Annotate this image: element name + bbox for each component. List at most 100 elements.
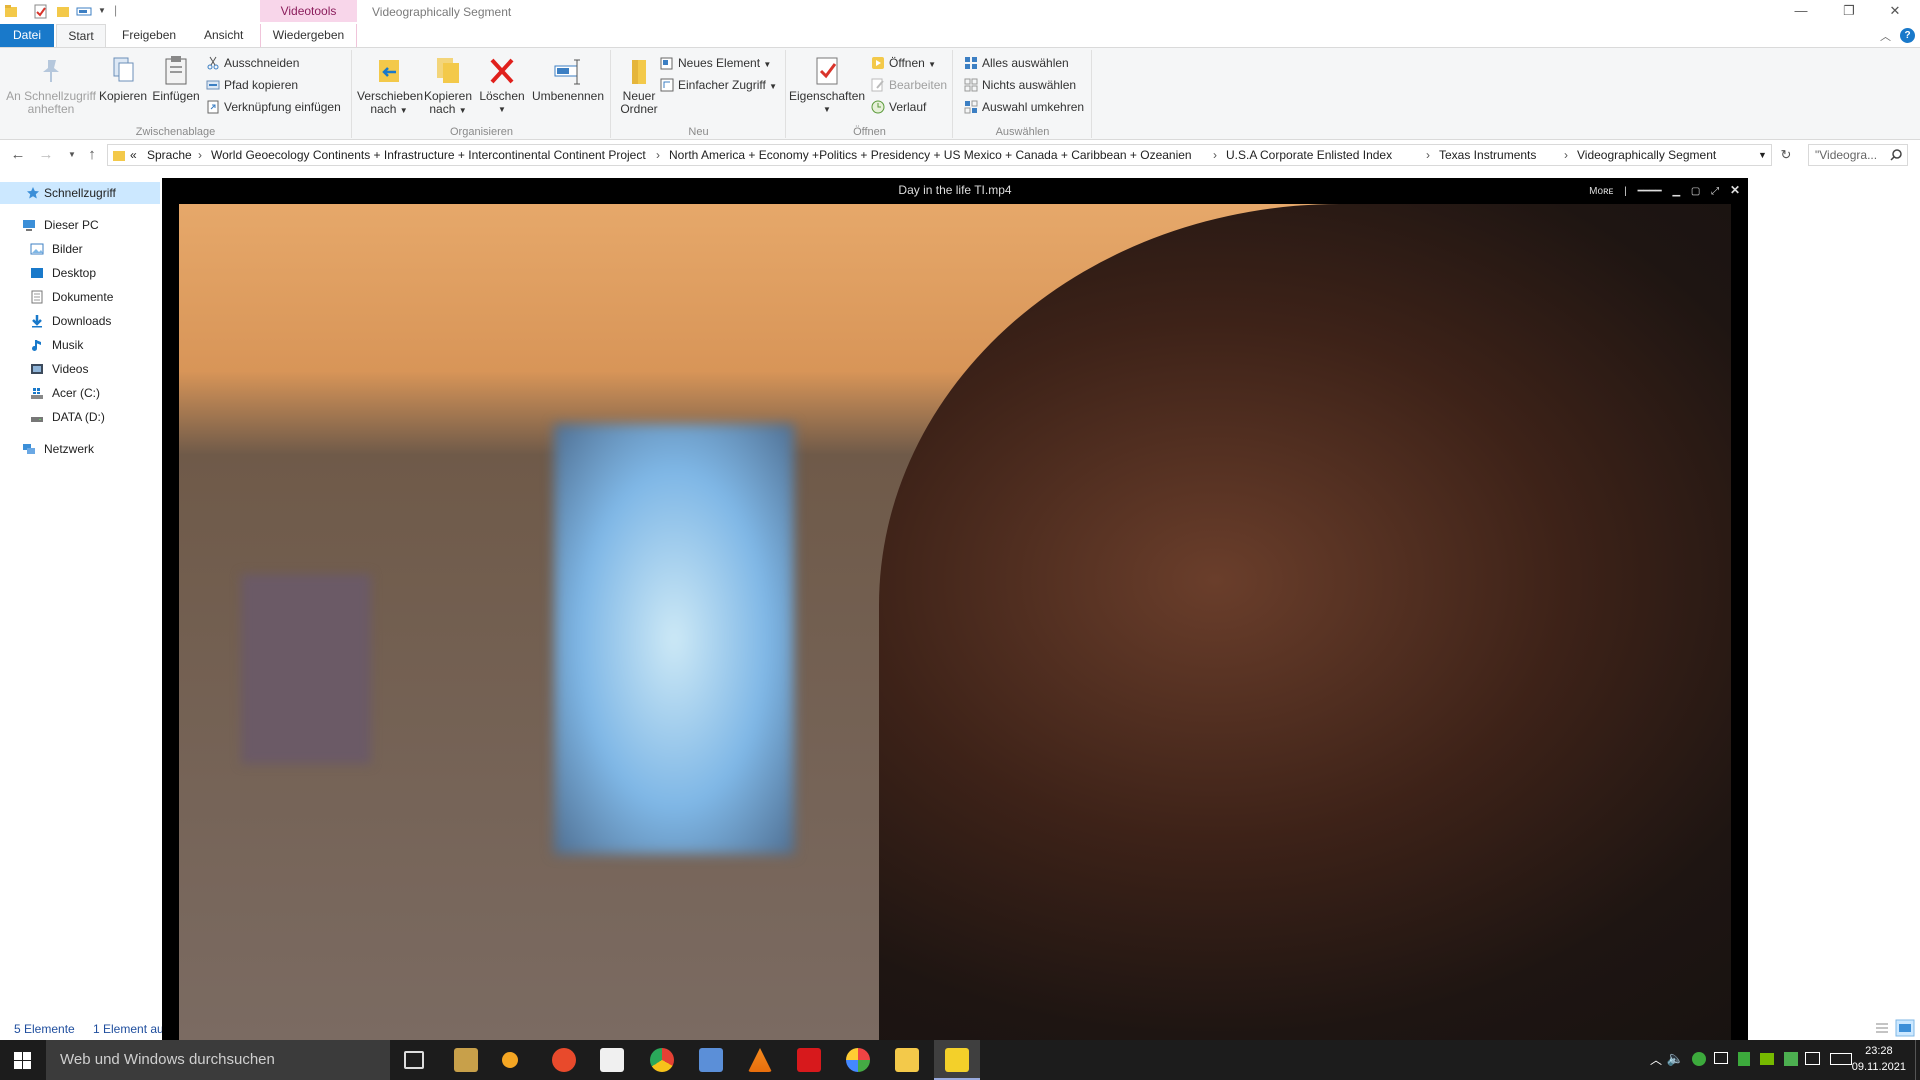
address-bar[interactable]: « Sprache › World Geoecology Continents … <box>107 144 1772 166</box>
new-folder-icon[interactable] <box>56 4 70 19</box>
minimize-button[interactable]: — <box>1786 2 1816 22</box>
app-icon-orange[interactable] <box>502 1052 518 1068</box>
start-button[interactable] <box>0 1040 46 1080</box>
app-icon-image-editor[interactable] <box>699 1048 723 1072</box>
breadcrumb-world-geoecology[interactable]: World Geoecology Continents + Infrastruc… <box>211 148 646 162</box>
breadcrumb-chevron-icon[interactable]: › <box>1213 148 1217 162</box>
nvidia-icon[interactable] <box>1760 1053 1774 1065</box>
edit-button[interactable]: Bearbeiten <box>869 76 947 94</box>
copy-to-button[interactable]: Kopieren nach ▼ <box>421 54 475 117</box>
nav-item-bilder[interactable]: Bilder <box>28 238 83 260</box>
breadcrumb-chevron-icon[interactable]: › <box>1426 148 1430 162</box>
app-icon-red[interactable] <box>797 1048 821 1072</box>
copy-path-button[interactable]: Pfad kopieren <box>204 76 298 94</box>
close-button[interactable]: ✕ <box>1880 2 1910 22</box>
help-icon[interactable]: ? <box>1900 28 1915 43</box>
easy-access-button[interactable]: Einfacher Zugriff ▼ <box>658 76 777 94</box>
rename-button[interactable]: Umbenennen <box>529 54 607 103</box>
clock[interactable]: 23:28 09.11.2021 <box>1852 1043 1906 1075</box>
volume-icon[interactable]: 🔈 <box>1667 1050 1684 1067</box>
nav-item-downloads[interactable]: Downloads <box>28 310 111 332</box>
fullscreen-icon[interactable]: ⤢ <box>1711 186 1719 197</box>
nav-label-netzwerk: Netzwerk <box>44 442 95 456</box>
nav-item-drive-d[interactable]: DATA (D:) <box>28 406 105 428</box>
properties-icon[interactable] <box>34 4 48 19</box>
properties-button[interactable]: Eigenschaften ▼ <box>789 54 865 116</box>
move-to-button[interactable]: Verschieben nach ▼ <box>357 54 423 117</box>
action-center-icon[interactable] <box>1805 1052 1820 1065</box>
tab-freigeben[interactable]: Freigeben <box>114 24 184 48</box>
app-icon-file-explorer[interactable] <box>895 1048 919 1072</box>
history-button[interactable]: Verlauf <box>869 98 926 116</box>
address-dropdown-icon[interactable]: ▼ <box>1758 150 1767 160</box>
details-view-icon[interactable] <box>1874 1021 1890 1035</box>
back-arrow-icon[interactable]: ← <box>8 145 28 165</box>
app-icon-colorwheel[interactable] <box>846 1048 870 1072</box>
app-icon-vlc[interactable] <box>748 1048 772 1072</box>
new-folder-button[interactable]: Neuer Ordner <box>614 54 664 116</box>
select-none-button[interactable]: Nichts auswählen <box>962 76 1076 94</box>
taskbar-active-app[interactable] <box>934 1040 980 1080</box>
security-icon[interactable] <box>1692 1052 1706 1066</box>
breadcrumb-chevron-icon[interactable]: › <box>656 148 660 162</box>
tray-overflow-icon[interactable]: ︿ <box>1650 1051 1662 1068</box>
app-icon-chrome[interactable] <box>650 1048 674 1072</box>
copy-button[interactable]: Kopieren <box>98 54 148 103</box>
refresh-icon[interactable]: ↻ <box>1776 145 1796 165</box>
open-button[interactable]: Öffnen ▼ <box>869 54 936 72</box>
app-icon-document[interactable] <box>600 1048 624 1072</box>
search-input[interactable]: "Videogra... <box>1808 144 1908 166</box>
up-arrow-icon[interactable]: ↑ <box>82 145 102 165</box>
minimize-icon[interactable]: ▁ <box>1672 186 1680 197</box>
qat-dropdown-icon[interactable]: ▼ <box>98 6 106 15</box>
nav-item-musik[interactable]: Musik <box>28 334 83 356</box>
volume-slider[interactable]: ━━━━ <box>1638 186 1662 197</box>
nav-item-videos[interactable]: Videos <box>28 358 88 380</box>
battery-icon[interactable] <box>1738 1052 1750 1066</box>
breadcrumb-north-america[interactable]: North America + Economy +Politics + Pres… <box>669 148 1192 162</box>
rename-icon[interactable] <box>76 4 94 19</box>
large-icons-view-icon[interactable] <box>1895 1019 1915 1037</box>
tab-wiedergeben[interactable]: Wiedergeben <box>260 24 357 48</box>
invert-selection-button[interactable]: Auswahl umkehren <box>962 98 1084 116</box>
breadcrumb-overflow[interactable]: « <box>130 148 137 162</box>
paste-shortcut-button[interactable]: Verknüpfung einfügen <box>204 98 341 116</box>
breadcrumb-chevron-icon[interactable]: › <box>1564 148 1568 162</box>
delete-button[interactable]: Löschen ▼ <box>477 54 527 116</box>
video-frame[interactable] <box>179 204 1731 1040</box>
close-icon[interactable]: ✕ <box>1730 183 1740 197</box>
nav-item-this-pc[interactable]: Dieser PC <box>20 214 99 236</box>
network-tray-icon[interactable] <box>1714 1052 1728 1064</box>
taskbar-search[interactable]: Web und Windows durchsuchen <box>46 1040 390 1080</box>
nav-item-dokumente[interactable]: Dokumente <box>28 286 113 308</box>
app-icon-photo-viewer[interactable] <box>454 1048 478 1072</box>
breadcrumb-chevron-icon[interactable]: › <box>198 148 202 162</box>
collapse-ribbon-icon[interactable]: ︿ <box>1880 28 1891 44</box>
restore-button[interactable]: ❐ <box>1834 2 1864 22</box>
paste-button[interactable]: Einfügen <box>150 54 202 103</box>
breadcrumb-texas-instruments[interactable]: Texas Instruments <box>1439 148 1536 162</box>
nav-item-desktop[interactable]: Desktop <box>28 262 96 284</box>
app-tray-icon[interactable] <box>1784 1052 1798 1066</box>
show-desktop-button[interactable] <box>1915 1040 1920 1080</box>
pin-to-quick-access-button[interactable]: An Schnellzugriff anheften <box>4 54 98 116</box>
cut-button[interactable]: Ausschneiden <box>204 54 299 72</box>
task-view-icon[interactable] <box>404 1051 424 1069</box>
tab-start[interactable]: Start <box>56 24 106 48</box>
select-all-button[interactable]: Alles auswählen <box>962 54 1069 72</box>
keyboard-icon[interactable] <box>1830 1053 1852 1065</box>
more-button[interactable]: Mᴏʀᴇ <box>1589 186 1613 197</box>
tab-ansicht[interactable]: Ansicht <box>196 24 251 48</box>
breadcrumb-sprache[interactable]: Sprache <box>147 148 192 162</box>
new-item-button[interactable]: Neues Element ▼ <box>658 54 771 72</box>
tab-datei[interactable]: Datei <box>0 24 54 48</box>
recent-locations-icon[interactable]: ▼ <box>62 145 82 165</box>
nav-item-quick-access[interactable]: Schnellzugriff <box>0 182 160 204</box>
nav-item-drive-c[interactable]: Acer (C:) <box>28 382 100 404</box>
app-icon-firefox[interactable] <box>552 1048 576 1072</box>
breadcrumb-usa-corporate[interactable]: U.S.A Corporate Enlisted Index <box>1226 148 1392 162</box>
nav-item-netzwerk[interactable]: Netzwerk <box>20 438 94 460</box>
breadcrumb-videographically-segment[interactable]: Videographically Segment <box>1577 148 1716 162</box>
restore-icon[interactable]: ▢ <box>1691 186 1700 197</box>
forward-arrow-icon[interactable]: → <box>36 145 56 165</box>
